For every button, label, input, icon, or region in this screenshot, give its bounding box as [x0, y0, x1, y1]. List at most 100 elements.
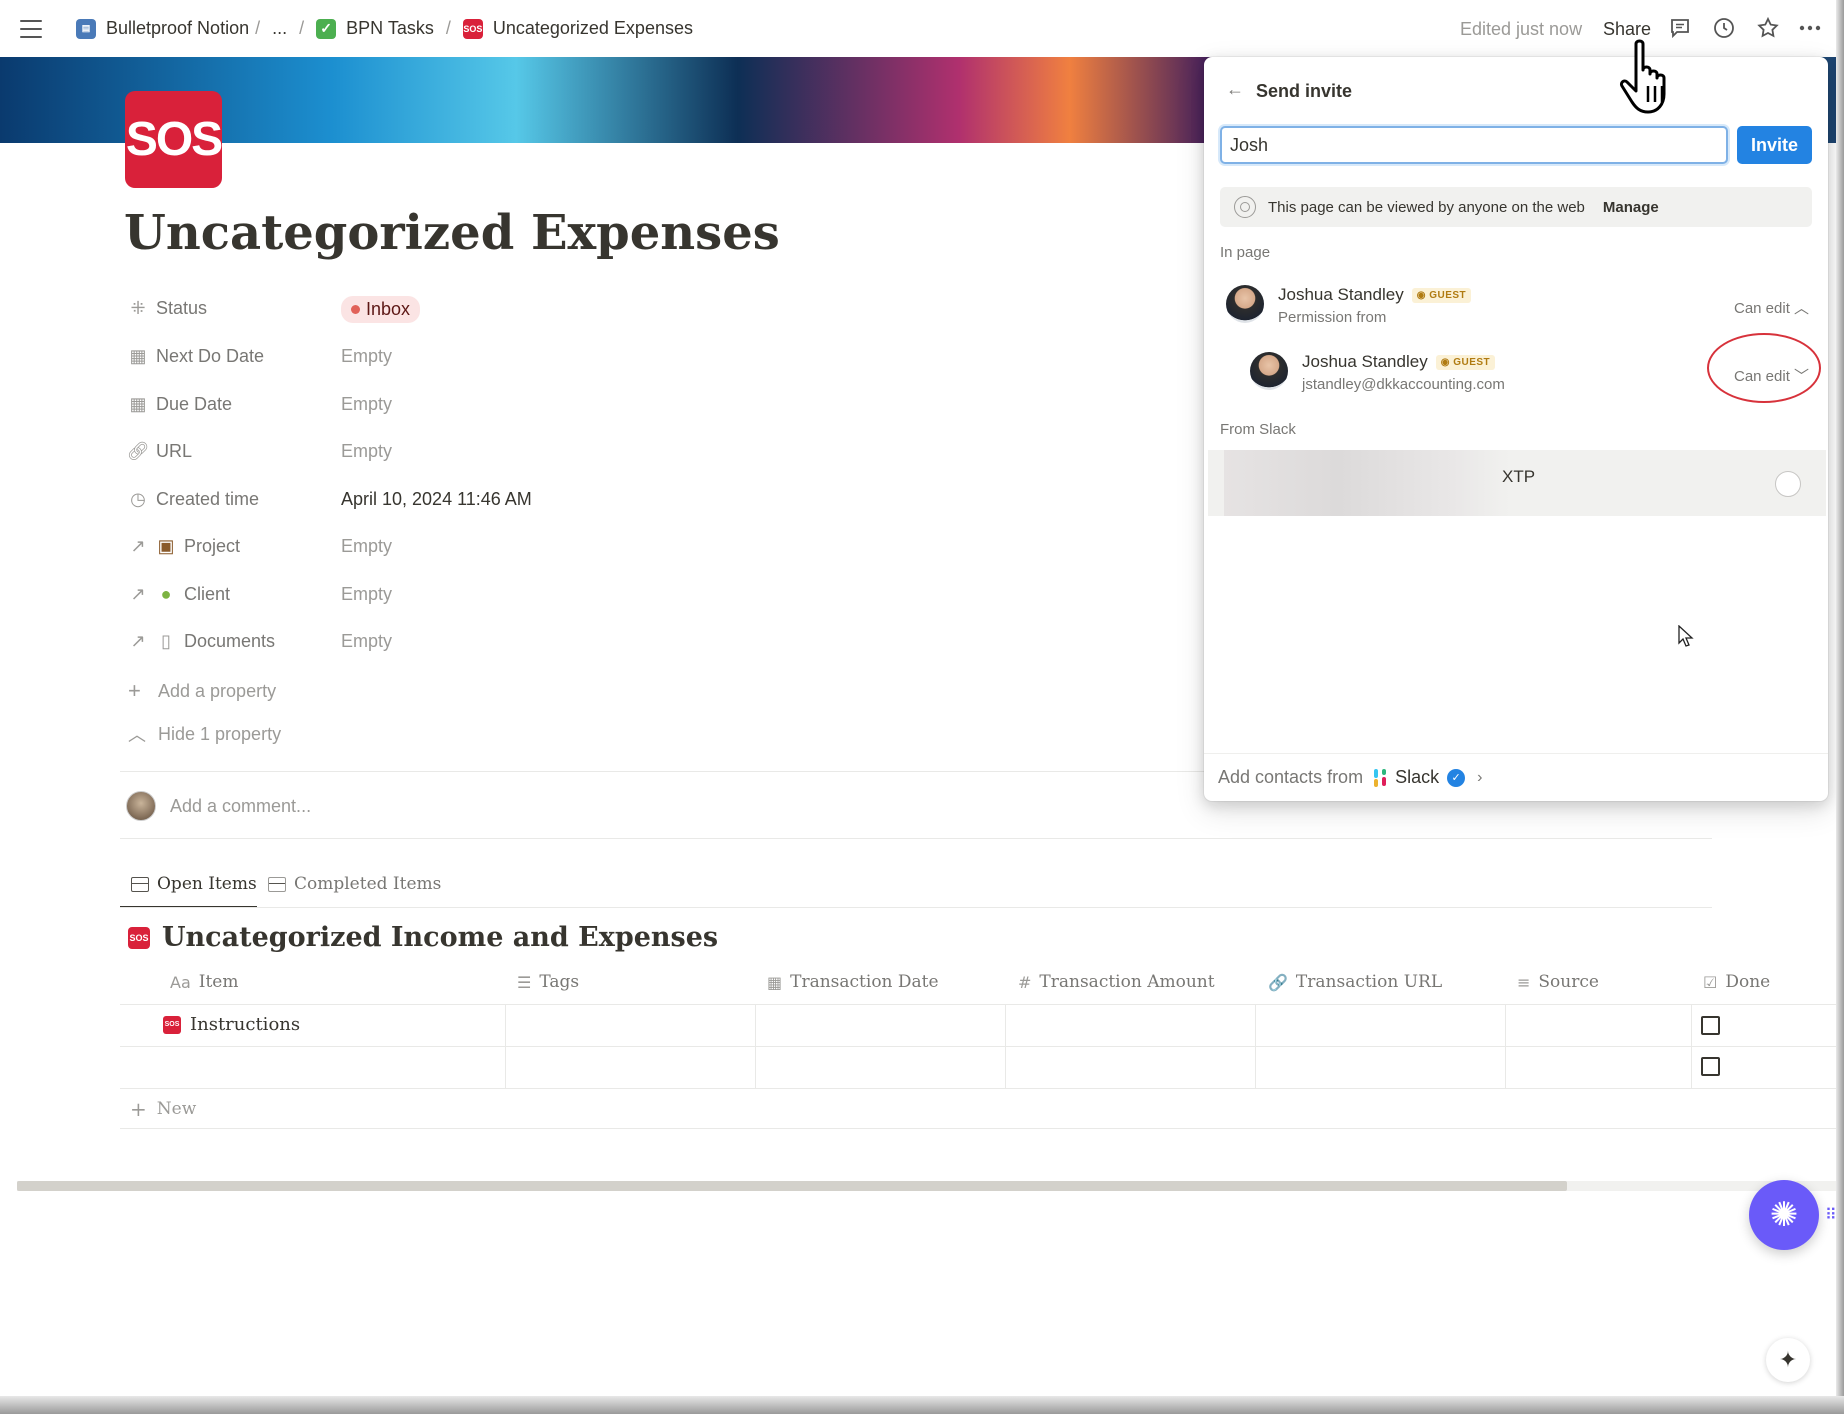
- comment-input[interactable]: Add a comment...: [170, 796, 311, 817]
- chevron-right-icon: ›: [1477, 768, 1483, 786]
- text-type-icon: Aa: [170, 972, 191, 992]
- add-property-button[interactable]: + Add a property: [128, 678, 276, 704]
- breadcrumb-separator: /: [255, 18, 261, 38]
- hand-pointer-cursor-icon: [1620, 39, 1666, 114]
- table-row[interactable]: SOS Instructions: [163, 1014, 300, 1035]
- globe-icon: [1234, 196, 1256, 218]
- breadcrumb: ▤ Bulletproof Notion / ... / ✓ BPN Tasks…: [76, 18, 693, 39]
- list-icon: ☰: [517, 972, 532, 992]
- breadcrumb-item[interactable]: BPN Tasks: [346, 18, 434, 39]
- done-checkbox[interactable]: [1701, 1057, 1720, 1076]
- column-header-transaction-date[interactable]: ▦ Transaction Date: [767, 972, 939, 992]
- column-label: Transaction Amount: [1039, 972, 1215, 992]
- column-label: Done: [1725, 972, 1771, 992]
- document-icon: ▯: [161, 631, 171, 651]
- property-project[interactable]: ↗ ▣ Project: [128, 536, 240, 557]
- favorite-star-icon[interactable]: [1756, 16, 1780, 40]
- member-email: jstandley@dkkaccounting.com: [1302, 376, 1505, 393]
- property-next-do-date[interactable]: ▦ Next Do Date: [128, 346, 264, 367]
- permission-label: Can edit: [1734, 300, 1790, 317]
- property-created-time[interactable]: ◷ Created time: [128, 489, 259, 510]
- database-title[interactable]: SOS Uncategorized Income and Expenses: [128, 922, 718, 953]
- drag-handle-icon[interactable]: ⠿: [1825, 1205, 1837, 1225]
- database-icon: ▤: [76, 18, 96, 39]
- window-edge: [0, 1396, 1844, 1414]
- property-value: April 10, 2024 11:46 AM: [341, 489, 532, 509]
- horizontal-scrollbar-thumb[interactable]: [17, 1181, 1567, 1191]
- done-checkbox[interactable]: [1701, 1016, 1720, 1035]
- table-row-divider: [120, 1004, 1836, 1005]
- hide-property-button[interactable]: ︿ Hide 1 property: [128, 721, 281, 747]
- table-icon: [131, 876, 149, 892]
- breadcrumb-item[interactable]: Bulletproof Notion: [106, 18, 249, 39]
- select-radio[interactable]: [1775, 471, 1801, 497]
- assistant-fab-button[interactable]: ✺: [1749, 1180, 1819, 1250]
- history-clock-icon[interactable]: [1712, 16, 1736, 40]
- relation-arrow-icon: ↗: [130, 536, 146, 556]
- checkbox-icon: ☑: [1703, 972, 1718, 992]
- property-client[interactable]: ↗ ● Client: [128, 584, 230, 605]
- member-row[interactable]: Joshua Standley ◉ GUEST jstandley@dkkacco…: [1250, 352, 1505, 393]
- edited-status: Edited just now: [1460, 19, 1583, 39]
- column-divider: [1505, 1004, 1506, 1088]
- hamburger-menu-icon[interactable]: [20, 19, 42, 38]
- column-header-tags[interactable]: ☰ Tags: [517, 972, 579, 992]
- column-header-transaction-url[interactable]: 🔗 Transaction URL: [1268, 972, 1442, 992]
- column-header-source[interactable]: ≡ Source: [1517, 972, 1599, 992]
- property-label: URL: [156, 441, 193, 461]
- row-item-title[interactable]: Instructions: [190, 1014, 300, 1035]
- invite-search-input[interactable]: [1220, 126, 1728, 164]
- tab-open-items[interactable]: Open Items: [131, 874, 257, 894]
- permission-dropdown[interactable]: Can edit ︿: [1734, 297, 1809, 318]
- plus-icon: +: [128, 678, 141, 703]
- status-dot: [351, 305, 360, 314]
- property-documents[interactable]: ↗ ▯ Documents: [128, 631, 275, 652]
- ai-sparkle-button[interactable]: ✦: [1766, 1338, 1810, 1382]
- link-icon: 🔗︎: [126, 441, 150, 461]
- verified-check-icon: ✓: [1447, 768, 1466, 787]
- divider: [120, 907, 1712, 908]
- sos-icon: SOS: [462, 18, 483, 39]
- property-due-date[interactable]: ▦ Due Date: [128, 394, 232, 415]
- page-title[interactable]: Uncategorized Expenses: [124, 205, 780, 261]
- plus-icon: +: [130, 1097, 147, 1121]
- table-icon: [268, 876, 286, 892]
- property-value[interactable]: Empty: [341, 536, 392, 557]
- property-status[interactable]: ⁜ Status: [128, 298, 207, 319]
- invite-button[interactable]: Invite: [1737, 126, 1812, 164]
- property-value[interactable]: Empty: [341, 394, 392, 415]
- member-row[interactable]: Joshua Standley ◉ GUEST Permission from: [1226, 285, 1472, 326]
- column-label: Transaction URL: [1295, 972, 1443, 992]
- new-row-button[interactable]: + New: [130, 1097, 196, 1121]
- divider: [120, 838, 1712, 839]
- column-header-item[interactable]: Aa Item: [170, 972, 238, 992]
- add-contacts-footer[interactable]: Add contacts from Slack ✓ ›: [1204, 753, 1828, 801]
- clock-icon: ◷: [130, 489, 146, 509]
- property-value[interactable]: Empty: [341, 584, 392, 605]
- column-divider: [1691, 1004, 1692, 1088]
- chevron-up-icon: ︿: [1794, 300, 1810, 317]
- hide-property-label: Hide 1 property: [158, 723, 282, 744]
- property-value[interactable]: Empty: [341, 631, 392, 652]
- column-divider: [505, 1004, 506, 1088]
- tab-completed-items[interactable]: Completed Items: [268, 874, 441, 894]
- property-value[interactable]: Empty: [341, 441, 392, 462]
- property-value[interactable]: Empty: [341, 346, 392, 367]
- more-options-icon[interactable]: [1798, 16, 1822, 40]
- back-arrow-icon[interactable]: ←: [1226, 79, 1244, 100]
- window-edge: [1836, 0, 1844, 1414]
- manage-button[interactable]: Manage: [1603, 199, 1659, 216]
- sos-icon: SOS: [128, 926, 150, 949]
- sos-icon: SOS: [163, 1015, 181, 1034]
- column-header-transaction-amount[interactable]: # Transaction Amount: [1018, 972, 1215, 992]
- page-icon-logo[interactable]: SOS: [125, 91, 223, 188]
- property-url[interactable]: 🔗︎ URL: [126, 441, 193, 462]
- property-label: Status: [156, 298, 208, 318]
- table-row-divider: [120, 1046, 1836, 1047]
- comment-row[interactable]: Add a comment...: [126, 791, 311, 821]
- column-header-done[interactable]: ☑ Done: [1703, 972, 1770, 992]
- status-badge[interactable]: Inbox: [341, 296, 421, 323]
- breadcrumb-item[interactable]: Uncategorized Expenses: [493, 18, 693, 39]
- breadcrumb-item[interactable]: ...: [272, 18, 287, 39]
- annotation-highlight-ellipse: [1707, 333, 1821, 403]
